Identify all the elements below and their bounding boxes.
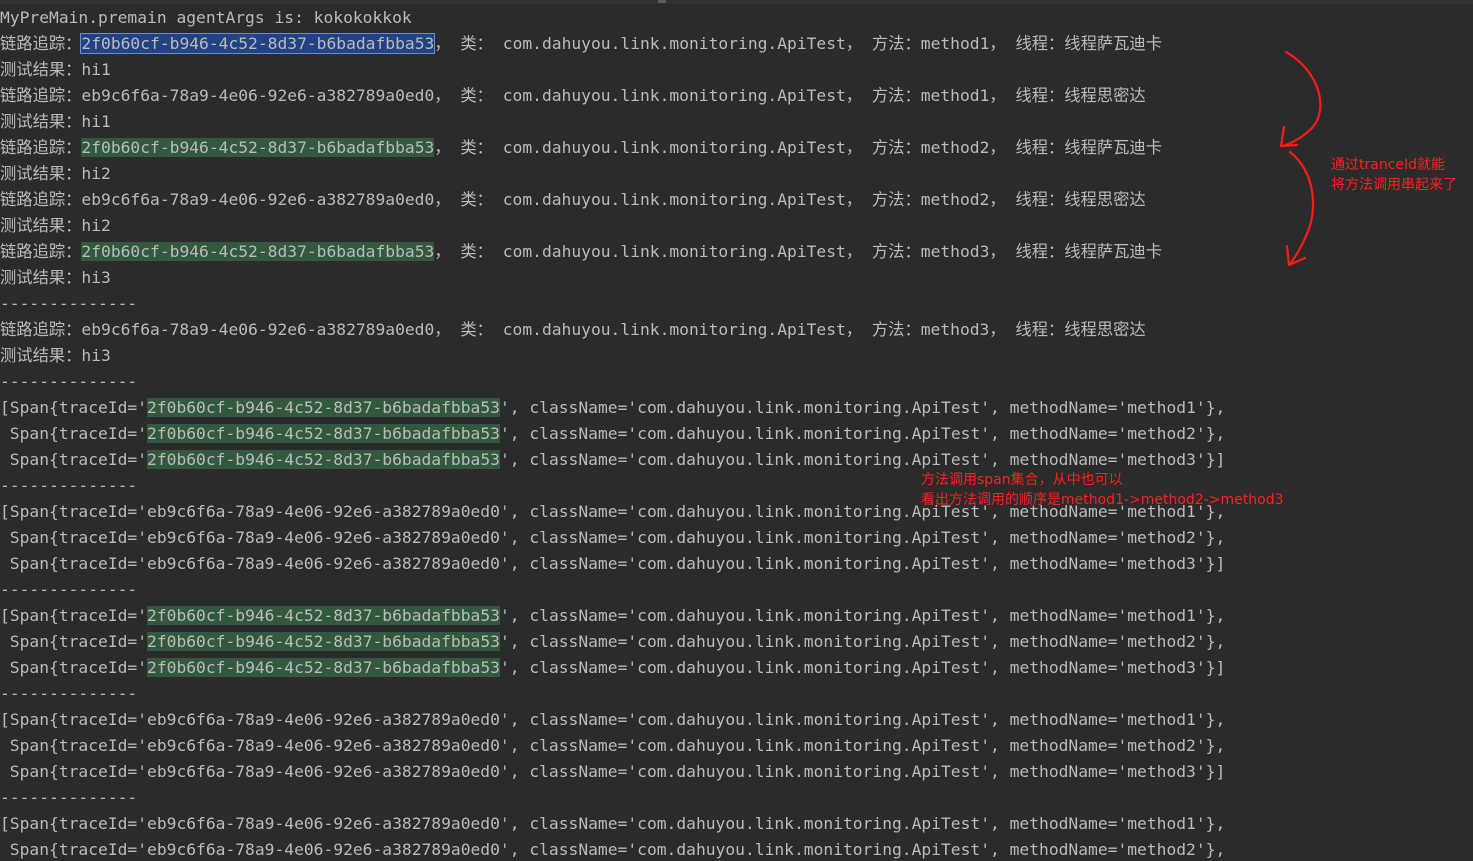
- trace-id-highlight: 2f0b60cf-b946-4c52-8d37-b6badafbba53: [147, 424, 500, 443]
- trace-id-highlight: 2f0b60cf-b946-4c52-8d37-b6badafbba53: [147, 398, 500, 417]
- console-line: 链路追踪：2f0b60cf-b946-4c52-8d37-b6badafbba5…: [0, 31, 1162, 57]
- console-line: --------------: [0, 369, 137, 395]
- console-text: 测试结果：hi3: [0, 268, 111, 287]
- console-text: ， 类： com.dahuyou.link.monitoring.ApiTest…: [434, 34, 1162, 53]
- console-line: --------------: [0, 785, 137, 811]
- console-text: 链路追踪：eb9c6f6a-78a9-4e06-92e6-a382789a0ed…: [0, 320, 1146, 339]
- console-line: [Span{traceId='eb9c6f6a-78a9-4e06-92e6-a…: [0, 707, 1225, 733]
- console-line: Span{traceId='eb9c6f6a-78a9-4e06-92e6-a3…: [0, 733, 1225, 759]
- arrow-head-2: [1285, 244, 1307, 267]
- console-text: Span{traceId='eb9c6f6a-78a9-4e06-92e6-a3…: [0, 554, 1226, 573]
- console-text: ', className='com.dahuyou.link.monitorin…: [499, 450, 1226, 469]
- console-text: Span{traceId=': [0, 424, 148, 443]
- console-line: --------------: [0, 681, 137, 707]
- console-text: ', className='com.dahuyou.link.monitorin…: [499, 658, 1226, 677]
- console-text: --------------: [0, 580, 138, 599]
- console-line: 测试结果：hi3: [0, 343, 111, 369]
- trace-id-highlight: 2f0b60cf-b946-4c52-8d37-b6badafbba53: [147, 658, 500, 677]
- console-line: --------------: [0, 291, 137, 317]
- trace-id-highlight: 2f0b60cf-b946-4c52-8d37-b6badafbba53: [147, 450, 500, 469]
- console-text: ', className='com.dahuyou.link.monitorin…: [499, 424, 1226, 443]
- console-text: 链路追踪：: [0, 34, 82, 53]
- console-line: 测试结果：hi1: [0, 57, 111, 83]
- console-text: 链路追踪：eb9c6f6a-78a9-4e06-92e6-a382789a0ed…: [0, 190, 1146, 209]
- console-text: 测试结果：hi3: [0, 346, 111, 365]
- console-text: ', className='com.dahuyou.link.monitorin…: [499, 632, 1226, 651]
- trace-id-highlight: 2f0b60cf-b946-4c52-8d37-b6badafbba53: [147, 606, 500, 625]
- console-line: [Span{traceId='2f0b60cf-b946-4c52-8d37-b…: [0, 603, 1225, 629]
- console-line: 链路追踪：eb9c6f6a-78a9-4e06-92e6-a382789a0ed…: [0, 83, 1146, 109]
- console-line: --------------: [0, 473, 137, 499]
- traceid-annotation: 通过tranceId就能 将方法调用串起来了: [1331, 157, 1457, 193]
- console-text: [Span{traceId=': [0, 398, 148, 417]
- console-text: MyPreMain.premain agentArgs is: kokokokk…: [0, 8, 412, 27]
- console-text: 测试结果：hi2: [0, 216, 111, 235]
- console-text: --------------: [0, 372, 138, 391]
- arrow-curve-2: [1288, 150, 1315, 266]
- console-text: 测试结果：hi2: [0, 164, 111, 183]
- console-line: 链路追踪：eb9c6f6a-78a9-4e06-92e6-a382789a0ed…: [0, 187, 1146, 213]
- trace-id-highlight: 2f0b60cf-b946-4c52-8d37-b6badafbba53: [147, 632, 500, 651]
- console-text: Span{traceId=': [0, 450, 148, 469]
- console-text: 测试结果：hi1: [0, 60, 111, 79]
- console-line: 链路追踪：2f0b60cf-b946-4c52-8d37-b6badafbba5…: [0, 239, 1162, 265]
- span-annotation: 方法调用span集合，从中也可以 看出方法调用的顺序是method1->meth…: [921, 472, 1284, 508]
- console-output[interactable]: MyPreMain.premain agentArgs is: kokokokk…: [0, 0, 1473, 861]
- arrow-curve-1: [1281, 50, 1322, 148]
- console-text: Span{traceId=': [0, 658, 148, 677]
- console-line: 测试结果：hi1: [0, 109, 111, 135]
- console-line: --------------: [0, 577, 137, 603]
- console-line: Span{traceId='eb9c6f6a-78a9-4e06-92e6-a3…: [0, 759, 1225, 785]
- console-text: ， 类： com.dahuyou.link.monitoring.ApiTest…: [434, 242, 1162, 261]
- trace-id-highlight: 2f0b60cf-b946-4c52-8d37-b6badafbba53: [81, 138, 435, 157]
- console-line: 链路追踪：eb9c6f6a-78a9-4e06-92e6-a382789a0ed…: [0, 317, 1146, 343]
- console-line: 链路追踪：2f0b60cf-b946-4c52-8d37-b6badafbba5…: [0, 135, 1162, 161]
- console-text: --------------: [0, 294, 138, 313]
- console-text: ', className='com.dahuyou.link.monitorin…: [499, 398, 1226, 417]
- console-text: 测试结果：hi1: [0, 112, 111, 131]
- console-text: Span{traceId='eb9c6f6a-78a9-4e06-92e6-a3…: [0, 840, 1226, 859]
- console-text: --------------: [0, 684, 138, 703]
- console-line: Span{traceId='2f0b60cf-b946-4c52-8d37-b6…: [0, 655, 1225, 681]
- console-line: 测试结果：hi2: [0, 213, 111, 239]
- console-text: Span{traceId='eb9c6f6a-78a9-4e06-92e6-a3…: [0, 762, 1226, 781]
- console-line: [Span{traceId='eb9c6f6a-78a9-4e06-92e6-a…: [0, 811, 1225, 837]
- tab-marker: [658, 0, 666, 3]
- console-line: 测试结果：hi2: [0, 161, 111, 187]
- console-line: MyPreMain.premain agentArgs is: kokokokk…: [0, 5, 412, 31]
- console-line: Span{traceId='2f0b60cf-b946-4c52-8d37-b6…: [0, 629, 1225, 655]
- console-text: 链路追踪：: [0, 242, 82, 261]
- console-line: [Span{traceId='2f0b60cf-b946-4c52-8d37-b…: [0, 395, 1225, 421]
- console-text: [Span{traceId='eb9c6f6a-78a9-4e06-92e6-a…: [0, 710, 1226, 729]
- console-line: Span{traceId='eb9c6f6a-78a9-4e06-92e6-a3…: [0, 551, 1225, 577]
- console-line: Span{traceId='eb9c6f6a-78a9-4e06-92e6-a3…: [0, 525, 1225, 551]
- console-text: 链路追踪：: [0, 138, 82, 157]
- arrow-head-1: [1279, 125, 1299, 148]
- console-text: Span{traceId='eb9c6f6a-78a9-4e06-92e6-a3…: [0, 736, 1226, 755]
- console-text: --------------: [0, 788, 138, 807]
- console-line: 测试结果：hi3: [0, 265, 111, 291]
- console-text: [Span{traceId=': [0, 606, 148, 625]
- console-top-edge: [0, 0, 1473, 4]
- console-line: Span{traceId='2f0b60cf-b946-4c52-8d37-b6…: [0, 421, 1225, 447]
- console-text: Span{traceId=': [0, 632, 148, 651]
- trace-id-highlight: 2f0b60cf-b946-4c52-8d37-b6badafbba53: [80, 33, 436, 54]
- console-text: [Span{traceId='eb9c6f6a-78a9-4e06-92e6-a…: [0, 814, 1226, 833]
- console-text: ', className='com.dahuyou.link.monitorin…: [499, 606, 1226, 625]
- console-text: ， 类： com.dahuyou.link.monitoring.ApiTest…: [434, 138, 1162, 157]
- trace-id-highlight: 2f0b60cf-b946-4c52-8d37-b6badafbba53: [81, 242, 435, 261]
- console-text: Span{traceId='eb9c6f6a-78a9-4e06-92e6-a3…: [0, 528, 1226, 547]
- console-text: 链路追踪：eb9c6f6a-78a9-4e06-92e6-a382789a0ed…: [0, 86, 1146, 105]
- console-text: --------------: [0, 476, 138, 495]
- console-line: Span{traceId='eb9c6f6a-78a9-4e06-92e6-a3…: [0, 837, 1225, 861]
